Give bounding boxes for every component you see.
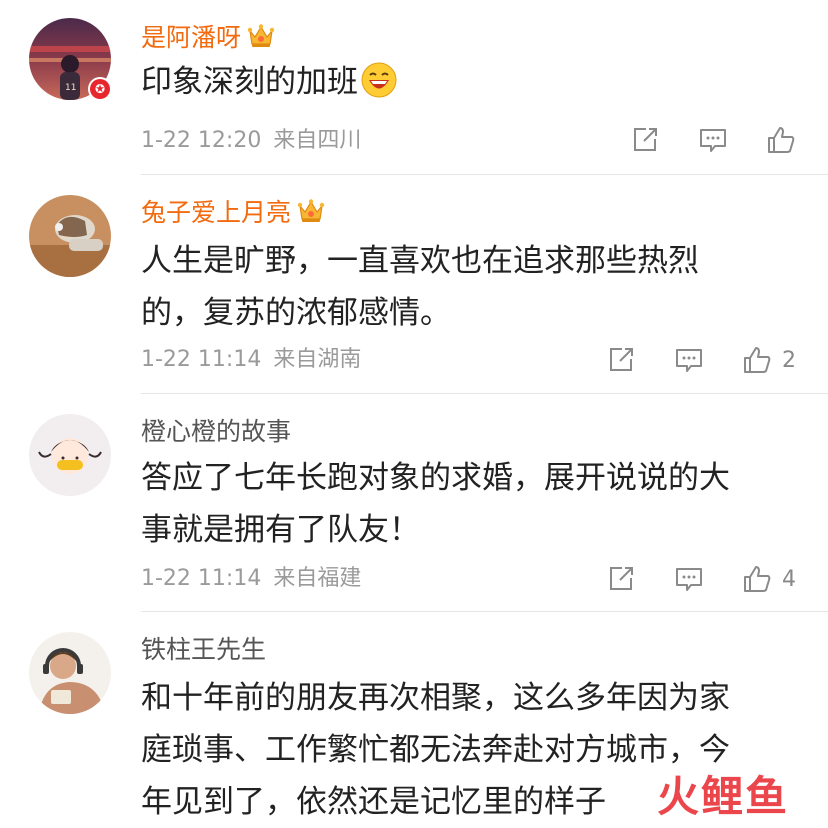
username[interactable]: 橙心橙的故事 xyxy=(141,416,291,448)
username[interactable]: 兔子爱上月亮 xyxy=(141,197,325,229)
like-count: 4 xyxy=(782,566,796,592)
comment-button[interactable] xyxy=(698,120,728,160)
comment-text: 人生是旷野，一直喜欢也在追求那些热烈 的，复苏的浓郁感情。 xyxy=(141,235,806,339)
avatar[interactable] xyxy=(29,195,111,277)
verified-badge-icon: ✪ xyxy=(88,77,112,101)
like-button[interactable] xyxy=(766,120,796,160)
comment-icon xyxy=(674,564,704,594)
comment-source: 来自四川 xyxy=(273,128,362,153)
repost-button[interactable] xyxy=(606,559,636,599)
username-text[interactable]: 兔子爱上月亮 xyxy=(141,198,291,227)
like-button[interactable]: 4 xyxy=(742,559,796,599)
comment-text: 印象深刻的加班 xyxy=(141,56,806,108)
username[interactable]: 是阿潘呀 xyxy=(141,22,275,54)
avatar[interactable] xyxy=(29,414,111,496)
like-button[interactable]: 2 xyxy=(742,340,796,380)
comment-meta: 1-22 12:20 来自四川 xyxy=(141,126,361,156)
comment-date: 1-22 12:20 xyxy=(141,128,262,153)
username-text[interactable]: 铁柱王先生 xyxy=(141,635,266,664)
username[interactable]: 铁柱王先生 xyxy=(141,634,266,666)
repost-button[interactable] xyxy=(606,340,636,380)
comment-text: 答应了七年长跑对象的求婚，展开说说的大 事就是拥有了队友！ xyxy=(141,452,806,556)
comment-text-line: 答应了七年长跑对象的求婚，展开说说的大 xyxy=(141,460,730,496)
vip-crown-icon xyxy=(247,23,275,49)
comment-icon xyxy=(674,345,704,375)
comment-text-line: 人生是旷野，一直喜欢也在追求那些热烈 xyxy=(141,243,699,279)
like-icon xyxy=(766,125,796,155)
comment-text-line: 庭琐事、工作繁忙都无法奔赴对方城市，今 xyxy=(141,732,730,768)
vip-crown-icon xyxy=(297,198,325,224)
comment-source: 来自湖南 xyxy=(273,347,362,372)
comment-item: 橙心橙的故事 答应了七年长跑对象的求婚，展开说说的大 事就是拥有了队友！ 1-2… xyxy=(0,394,828,612)
username-text[interactable]: 是阿潘呀 xyxy=(141,23,241,52)
comment-item: 兔子爱上月亮 人生是旷野，一直喜欢也在追求那些热烈 的，复苏的浓郁感情。 1-2… xyxy=(0,175,828,395)
avatar[interactable] xyxy=(29,632,111,714)
comment-item: 11 ✪ 是阿潘呀 印象深刻的加班 1-22 12:20 来自四川 xyxy=(0,0,828,175)
repost-icon xyxy=(630,125,660,155)
comment-text-line: 和十年前的朋友再次相聚，这么多年因为家 xyxy=(141,680,730,716)
repost-icon xyxy=(606,564,636,594)
repost-icon xyxy=(606,345,636,375)
like-icon xyxy=(742,345,772,375)
comment-source: 来自福建 xyxy=(273,566,362,591)
svg-text:11: 11 xyxy=(65,83,76,93)
like-count: 2 xyxy=(782,347,796,373)
comment-button[interactable] xyxy=(674,559,704,599)
watermark-logo: 火鲤鱼 xyxy=(657,772,790,821)
comment-button[interactable] xyxy=(674,340,704,380)
comment-text-line: 的，复苏的浓郁感情。 xyxy=(141,295,451,331)
comment-text-line: 印象深刻的加班 xyxy=(141,64,358,100)
comment-text-line: 事就是拥有了队友！ xyxy=(141,512,420,548)
comment-meta: 1-22 11:14 来自湖南 xyxy=(141,345,361,375)
username-text[interactable]: 橙心橙的故事 xyxy=(141,417,291,446)
laughing-emoji-icon xyxy=(360,61,398,99)
comment-icon xyxy=(698,125,728,155)
like-icon xyxy=(742,564,772,594)
comment-meta: 1-22 11:14 来自福建 xyxy=(141,564,361,594)
comment-date: 1-22 11:14 xyxy=(141,347,262,372)
repost-button[interactable] xyxy=(630,120,660,160)
comment-date: 1-22 11:14 xyxy=(141,566,262,591)
